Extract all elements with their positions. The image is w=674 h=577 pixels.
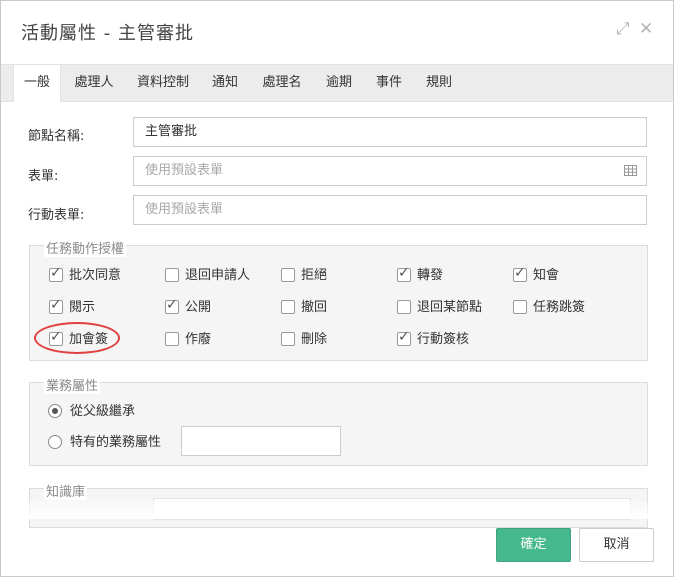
check-icon: ✓ [166,297,178,313]
node-name-input[interactable]: 主管審批 [133,117,647,147]
form-placeholder: 使用預設表單 [145,163,224,178]
confirm-button[interactable]: 確定 [496,528,571,562]
annotation-highlight-circle [34,322,120,354]
tab-overdue[interactable]: 逾期 [319,65,359,101]
mobile-form-label: 行動表單: [28,208,85,223]
expand-icon[interactable]: ⤢ [616,19,630,39]
mobile-form-input[interactable]: 使用預設表單 [133,195,647,225]
close-icon[interactable]: ✕ [639,19,653,39]
specific-attr-input[interactable] [181,426,341,456]
tab-rules[interactable]: 規則 [419,65,459,101]
check-icon: ✓ [50,265,62,281]
form-label: 表單: [28,169,59,184]
form-select-input[interactable]: 使用預設表單 [133,156,647,186]
tab-handler[interactable]: 處理人 [67,65,121,101]
tab-general[interactable]: 一般 [13,65,61,102]
check-icon: ✓ [50,297,62,313]
tab-bar: 一般 處理人 資料控制 通知 處理名 逾期 事件 規則 [1,64,673,102]
knowledge-legend: 知識庫 [44,481,88,500]
check-icon: ✓ [398,265,410,281]
check-icon: ✓ [398,329,410,345]
table-picker-icon[interactable] [624,165,637,176]
task-actions-legend: 任務動作授權 [44,238,127,257]
tab-events[interactable]: 事件 [369,65,409,101]
activity-properties-dialog: 活動屬性 - 主管審批 ⤢ ✕ 一般 處理人 資料控制 通知 處理名 逾期 事件… [0,0,674,577]
radio-selected-dot [52,408,58,414]
tab-data-control[interactable]: 資料控制 [131,65,195,101]
business-attr-legend: 業務屬性 [44,375,101,394]
scroll-fade [1,501,673,519]
node-name-label: 節點名稱: [28,129,85,144]
dialog-title: 活動屬性 - 主管審批 [21,23,194,44]
cancel-button[interactable]: 取消 [579,528,654,562]
tab-process-name[interactable]: 處理名 [255,65,309,101]
tab-notify[interactable]: 通知 [205,65,245,101]
check-icon: ✓ [514,265,526,281]
